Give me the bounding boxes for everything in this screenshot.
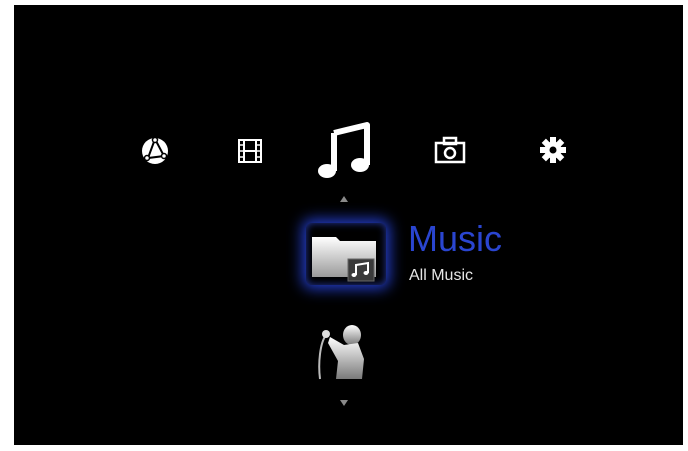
item-title: Music xyxy=(408,218,503,259)
window-frame: Music All Music xyxy=(0,0,688,451)
scroll-up-arrow-icon[interactable] xyxy=(340,196,348,202)
network-globe-icon[interactable] xyxy=(140,136,170,166)
camera-icon[interactable] xyxy=(434,136,466,164)
scroll-down-arrow-icon[interactable] xyxy=(340,400,348,406)
singer-silhouette-icon[interactable] xyxy=(314,323,370,381)
film-icon[interactable] xyxy=(238,139,262,163)
media-player-screen: Music All Music xyxy=(14,5,683,445)
music-folder-icon xyxy=(306,223,386,285)
item-subtitle: All Music xyxy=(409,267,474,284)
gear-icon[interactable] xyxy=(539,136,567,164)
music-note-icon[interactable] xyxy=(317,121,371,181)
